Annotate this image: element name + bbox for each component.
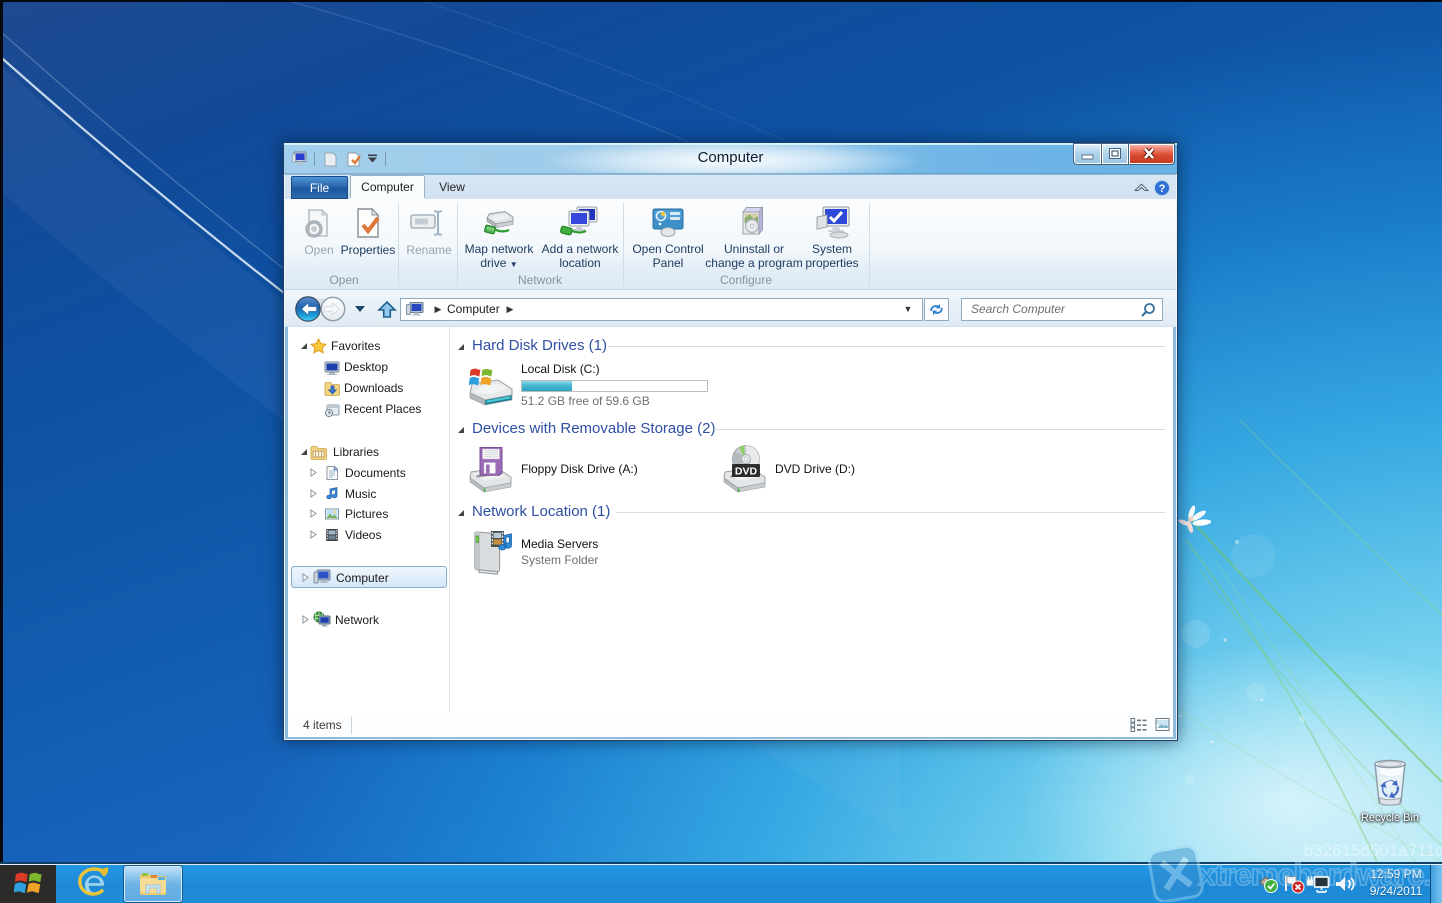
svg-text:DVD: DVD	[735, 466, 758, 478]
svg-text:?: ?	[1159, 183, 1166, 195]
